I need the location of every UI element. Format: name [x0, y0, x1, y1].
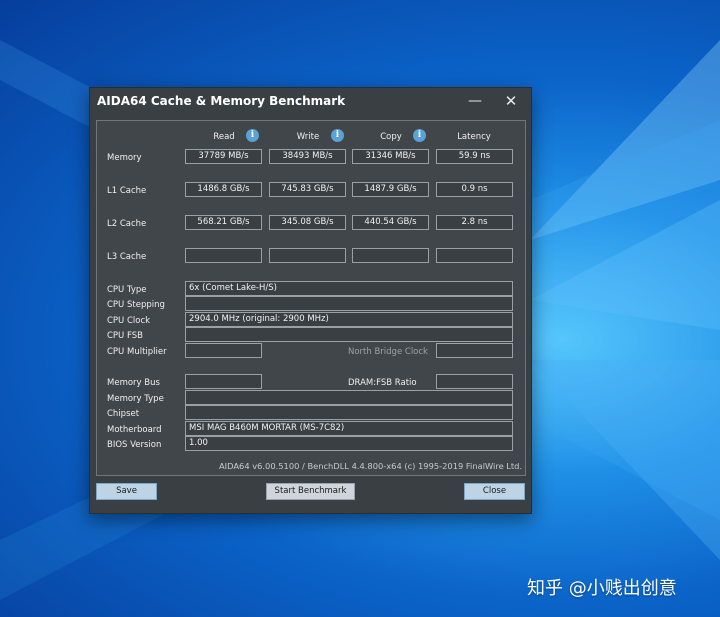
info-icon[interactable]: i	[413, 129, 426, 142]
l1-latency-value: 0.9 ns	[436, 182, 513, 197]
info-icon[interactable]: i	[331, 129, 344, 142]
memory-write-value: 38493 MB/s	[269, 149, 346, 164]
header-write: Write	[296, 132, 320, 142]
dram-fsb-ratio-label: DRAM:FSB Ratio	[348, 378, 417, 388]
cpu-stepping-value	[185, 296, 513, 311]
l2-read-value: 568.21 GB/s	[185, 215, 262, 230]
header-latency: Latency	[457, 132, 491, 142]
row-label-l1: L1 Cache	[107, 186, 147, 196]
l3-copy-value	[352, 248, 429, 263]
l3-latency-value	[436, 248, 513, 263]
chipset-label: Chipset	[107, 409, 140, 419]
l2-write-value: 345.08 GB/s	[269, 215, 346, 230]
l3-read-value	[185, 248, 262, 263]
header-copy: Copy	[380, 132, 402, 142]
cpu-multiplier-label: CPU Multiplier	[107, 347, 167, 357]
dram-fsb-ratio-value	[436, 374, 513, 389]
l1-write-value: 745.83 GB/s	[269, 182, 346, 197]
bios-version-value: 1.00	[185, 436, 513, 451]
l1-copy-value: 1487.9 GB/s	[352, 182, 429, 197]
start-benchmark-button[interactable]: Start Benchmark	[266, 483, 355, 500]
motherboard-value: MSI MAG B460M MORTAR (MS-7C82)	[185, 421, 513, 436]
cpu-fsb-value	[185, 327, 513, 342]
chipset-value	[185, 405, 513, 420]
close-button[interactable]: Close	[464, 483, 525, 500]
close-icon[interactable]: ✕	[498, 91, 524, 113]
l3-write-value	[269, 248, 346, 263]
memory-type-label: Memory Type	[107, 394, 164, 404]
cpu-clock-value: 2904.0 MHz (original: 2900 MHz)	[185, 312, 513, 327]
watermark: 知乎 @小贱出创意	[527, 578, 677, 599]
north-bridge-clock-label: North Bridge Clock	[348, 347, 428, 357]
cpu-multiplier-value	[185, 343, 262, 358]
version-footer: AIDA64 v6.00.5100 / BenchDLL 4.4.800-x64…	[219, 461, 523, 471]
cpu-fsb-label: CPU FSB	[107, 331, 143, 341]
results-panel: Read i Write i Copy i Latency Memory 377…	[96, 120, 526, 476]
memory-type-value	[185, 390, 513, 405]
benchmark-window: AIDA64 Cache & Memory Benchmark — ✕ Read…	[89, 87, 532, 514]
row-label-l3: L3 Cache	[107, 252, 147, 262]
north-bridge-clock-value	[436, 343, 513, 358]
info-icon[interactable]: i	[246, 129, 259, 142]
motherboard-label: Motherboard	[107, 425, 162, 435]
title-bar[interactable]: AIDA64 Cache & Memory Benchmark — ✕	[90, 88, 531, 116]
cpu-type-value: 6x (Comet Lake-H/S)	[185, 281, 513, 296]
memory-latency-value: 59.9 ns	[436, 149, 513, 164]
window-title: AIDA64 Cache & Memory Benchmark	[97, 94, 346, 108]
memory-bus-value	[185, 374, 262, 389]
row-label-l2: L2 Cache	[107, 219, 147, 229]
cpu-clock-label: CPU Clock	[107, 316, 151, 326]
l1-read-value: 1486.8 GB/s	[185, 182, 262, 197]
memory-read-value: 37789 MB/s	[185, 149, 262, 164]
memory-bus-label: Memory Bus	[107, 378, 160, 388]
l2-copy-value: 440.54 GB/s	[352, 215, 429, 230]
cpu-stepping-label: CPU Stepping	[107, 300, 165, 310]
minimize-icon[interactable]: —	[462, 91, 488, 113]
l2-latency-value: 2.8 ns	[436, 215, 513, 230]
bios-version-label: BIOS Version	[107, 440, 162, 450]
memory-copy-value: 31346 MB/s	[352, 149, 429, 164]
header-read: Read	[213, 132, 235, 142]
row-label-memory: Memory	[107, 153, 142, 163]
cpu-type-label: CPU Type	[107, 285, 147, 295]
save-button[interactable]: Save	[96, 483, 157, 500]
